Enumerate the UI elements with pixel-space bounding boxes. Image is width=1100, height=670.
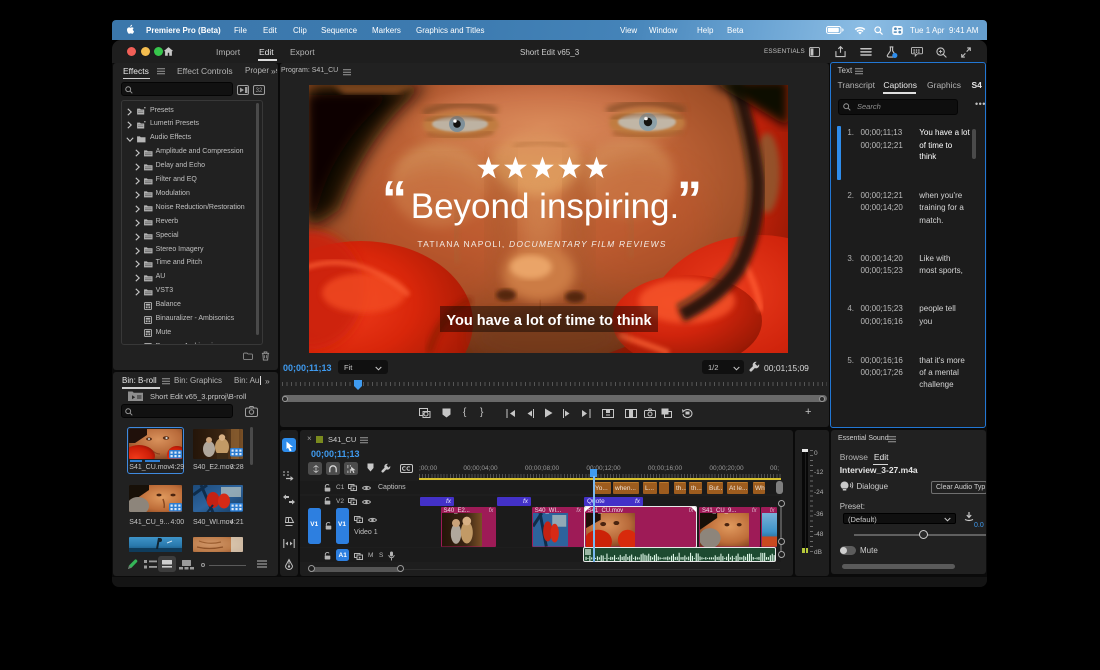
- svg-text:You have a lot of time to thin: You have a lot of time to think: [446, 313, 652, 329]
- svg-text:TATIANA NAPOLI, DOCUMENTARY FI: TATIANA NAPOLI, DOCUMENTARY FILM REVIEWS: [417, 239, 666, 249]
- svg-text:”: ”: [677, 171, 702, 227]
- svg-text:“: “: [382, 171, 407, 227]
- svg-text:Beyond inspiring.: Beyond inspiring.: [411, 187, 680, 226]
- svg-text:32: 32: [256, 88, 263, 94]
